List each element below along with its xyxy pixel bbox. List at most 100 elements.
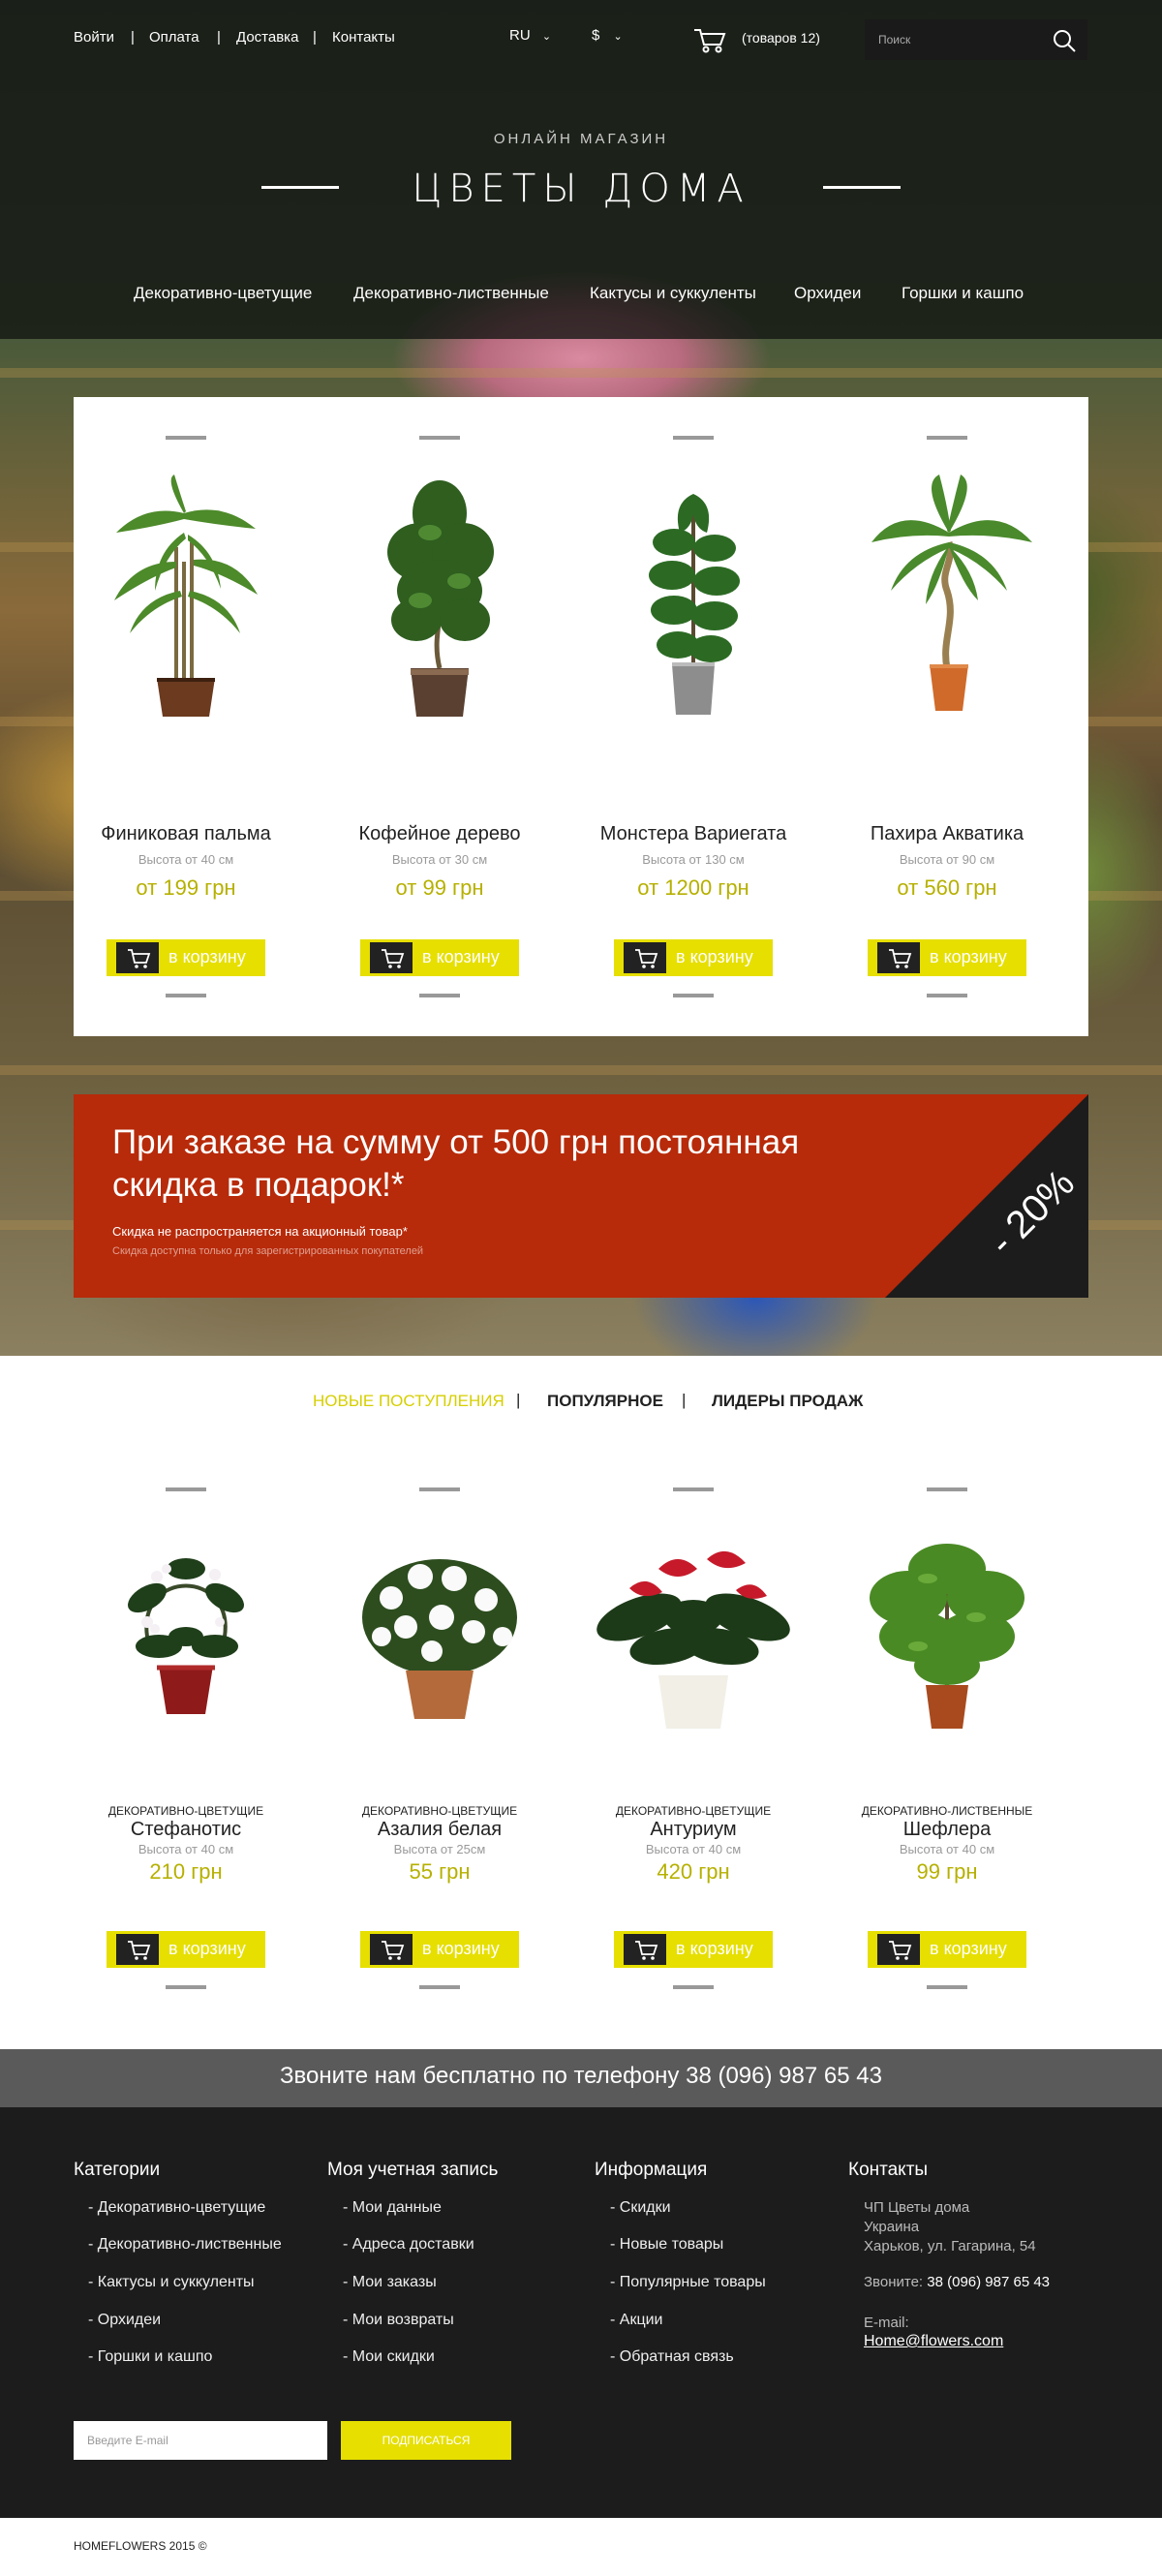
product-price: 55 грн [409, 1859, 471, 1884]
chevron-down-icon: ⌄ [613, 31, 623, 43]
date-palm-image[interactable] [108, 475, 263, 717]
product-price: от 99 грн [395, 875, 484, 900]
footer-link[interactable]: - Популярные товары [610, 2274, 766, 2291]
contacts-link[interactable]: Контакты [332, 29, 395, 46]
footer-link[interactable]: - Горшки и кашпо [88, 2348, 212, 2366]
pachira-image[interactable] [870, 475, 1034, 726]
product-card: Монстера Вариегата Высота от 130 см от 1… [581, 397, 806, 1036]
contact-phone[interactable]: 38 (096) 987 65 43 [927, 2274, 1050, 2290]
footer-link[interactable]: - Адреса доставки [343, 2236, 474, 2254]
tab-new-arrivals[interactable]: НОВЫЕ ПОСТУПЛЕНИЯ [313, 1392, 505, 1411]
nav-item-foliage[interactable]: Декоративно-лиственные [353, 284, 549, 303]
stephanotis-image[interactable] [108, 1530, 263, 1724]
login-link[interactable]: Войти [74, 29, 114, 46]
divider [927, 994, 967, 997]
footer-link[interactable]: - Мои возвраты [343, 2312, 454, 2329]
add-to-cart-label: в корзину [422, 947, 500, 966]
chevron-down-icon: ⌄ [541, 31, 552, 43]
contact-address: Харьков, ул. Гагарина, 54 [864, 2238, 1036, 2254]
tab-bestsellers[interactable]: ЛИДЕРЫ ПРОДАЖ [712, 1392, 863, 1411]
product-name: Шефлера [902, 1819, 992, 1840]
product-height: Высота от 40 см [138, 852, 234, 867]
contact-company: ЧП Цветы дома [864, 2199, 970, 2216]
footer-link[interactable]: - Скидки [610, 2199, 671, 2217]
nav-item-cacti[interactable]: Кактусы и суккуленты [590, 284, 756, 303]
nav-item-flowering[interactable]: Декоративно-цветущие [134, 284, 312, 303]
footer-link[interactable]: - Орхидеи [88, 2312, 161, 2329]
subscribe-email-input[interactable] [74, 2421, 327, 2460]
promo-headline: При заказе на сумму от 500 грн постоянна… [112, 1121, 799, 1207]
cart-summary[interactable]: (товаров 12) [693, 25, 848, 58]
add-to-cart-button[interactable]: в корзину [868, 939, 1026, 976]
copyright-text: HOMEFLOWERS 2015 © [74, 2539, 207, 2553]
footer-link[interactable]: - Декоративно-цветущие [88, 2199, 265, 2217]
product-name: Финиковая пальма [101, 823, 271, 844]
contact-email[interactable]: Home@flowers.com [864, 2333, 1003, 2350]
divider [673, 1487, 714, 1491]
add-to-cart-label: в корзину [168, 947, 246, 966]
azalea-image[interactable] [352, 1530, 527, 1724]
search-icon[interactable] [1053, 29, 1076, 52]
subscribe-button[interactable]: ПОДПИСАТЬСЯ [341, 2421, 511, 2460]
new-products: ДЕКОРАТИВНО-ЦВЕТУЩИЕ Стефанотис Высота о… [74, 1453, 1088, 2014]
divider [419, 994, 460, 997]
footer-link[interactable]: - Акции [610, 2312, 662, 2329]
footer-link[interactable]: - Новые товары [610, 2236, 723, 2254]
product-name: Антуриум [650, 1819, 737, 1840]
nav-item-orchids[interactable]: Орхидеи [794, 284, 861, 303]
cart-icon [116, 942, 159, 973]
product-category: ДЕКОРАТИВНО-ЦВЕТУЩИЕ [361, 1804, 518, 1818]
product-category: ДЕКОРАТИВНО-ЛИСТВЕННЫЕ [861, 1804, 1033, 1818]
footer-link[interactable]: - Мои скидки [343, 2348, 435, 2366]
monstera-image[interactable] [616, 475, 771, 726]
add-to-cart-button[interactable]: в корзину [868, 1931, 1026, 1968]
add-to-cart-button[interactable]: в корзину [107, 939, 265, 976]
divider [673, 994, 714, 997]
anthurium-image[interactable] [591, 1530, 796, 1733]
add-to-cart-button[interactable]: в корзину [107, 1931, 265, 1968]
separator: | [217, 29, 221, 46]
product-price: от 199 грн [136, 875, 236, 900]
nav-item-pots[interactable]: Горшки и кашпо [902, 284, 1024, 303]
currency-value: $ [592, 27, 600, 44]
add-to-cart-button[interactable]: в корзину [614, 939, 773, 976]
language-value: RU [509, 27, 531, 44]
cart-icon [877, 1934, 920, 1965]
divider [419, 1985, 460, 1989]
product-name: Кофейное дерево [358, 823, 521, 844]
tab-popular[interactable]: ПОПУЛЯРНОЕ [547, 1392, 663, 1411]
coffee-tree-image[interactable] [362, 475, 517, 726]
language-selector[interactable]: RU ⌄ [509, 27, 551, 44]
product-price: 99 грн [916, 1859, 978, 1884]
add-to-cart-button[interactable]: в корзину [360, 939, 519, 976]
payment-link[interactable]: Оплата [149, 29, 199, 46]
footer-link[interactable]: - Декоративно-лиственные [88, 2236, 282, 2254]
divider [419, 1487, 460, 1491]
divider [166, 1985, 206, 1989]
currency-selector[interactable]: $ ⌄ [592, 27, 623, 44]
product-category: ДЕКОРАТИВНО-ЦВЕТУЩИЕ [615, 1804, 772, 1818]
footer-link[interactable]: - Мои данные [343, 2199, 442, 2217]
product-price: 420 грн [657, 1859, 730, 1884]
add-to-cart-button[interactable]: в корзину [614, 1931, 773, 1968]
product-name: Пахира Акватика [870, 823, 1024, 844]
contact-email-label: E-mail: [864, 2315, 909, 2331]
product-card: ДЕКОРАТИВНО-ЦВЕТУЩИЕ Стефанотис Высота о… [74, 1453, 298, 2014]
search-box [865, 19, 1087, 60]
footer-link[interactable]: - Мои заказы [343, 2274, 437, 2291]
promo-headline-line: При заказе на сумму от 500 грн постоянна… [112, 1123, 800, 1161]
divider [166, 436, 206, 440]
product-height: Высота от 40 см [138, 1842, 234, 1856]
featured-products: Финиковая пальма Высота от 40 см от 199 … [74, 397, 1088, 1036]
search-input[interactable] [878, 19, 1043, 60]
copyright-bar: HOMEFLOWERS 2015 © [0, 2518, 1162, 2576]
footer-link[interactable]: - Кактусы и суккуленты [88, 2274, 255, 2291]
footer-link[interactable]: - Обратная связь [610, 2348, 734, 2366]
promo-banner[interactable]: При заказе на сумму от 500 грн постоянна… [74, 1094, 1088, 1298]
product-card: Пахира Акватика Высота от 90 см от 560 г… [835, 397, 1059, 1036]
footer-heading-account: Моя учетная запись [327, 2160, 499, 2180]
delivery-link[interactable]: Доставка [236, 29, 298, 46]
schefflera-image[interactable] [860, 1530, 1034, 1733]
brand-title: ЦВЕТЫ ДОМА [412, 167, 750, 211]
add-to-cart-button[interactable]: в корзину [360, 1931, 519, 1968]
